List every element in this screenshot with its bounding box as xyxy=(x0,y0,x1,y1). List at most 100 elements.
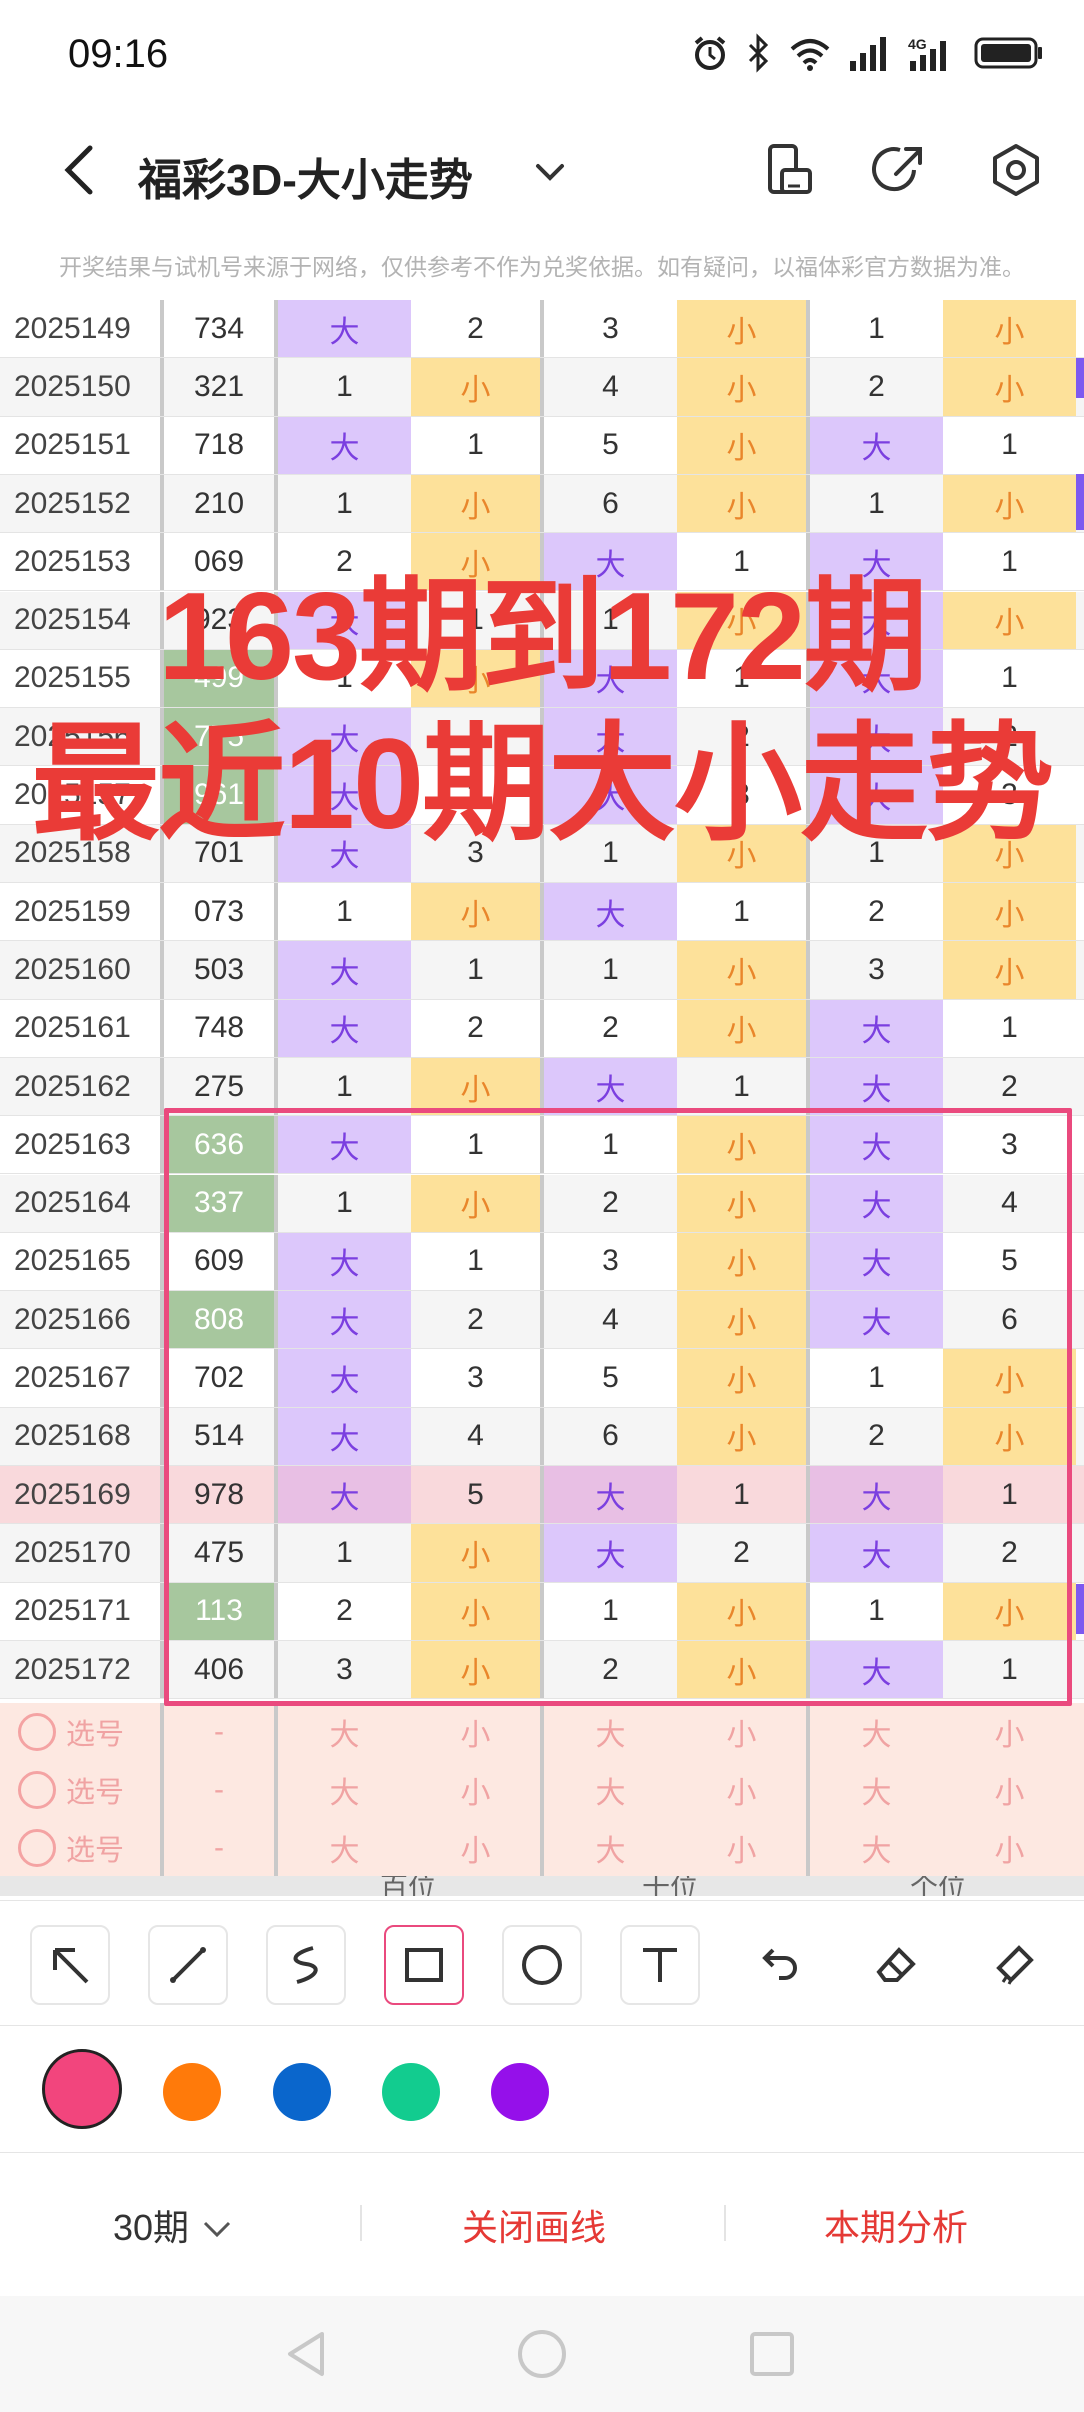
trend-cell: 2 xyxy=(411,300,544,358)
period-select-label: 30期 xyxy=(113,2207,190,2248)
rectangle-icon xyxy=(405,1948,443,1982)
pick-number-row[interactable]: 选号 - 大小大小大小 xyxy=(0,1703,1084,1762)
trend-cell: 1 xyxy=(602,952,619,986)
chevron-down-icon[interactable] xyxy=(530,152,570,192)
trend-cell: 1 xyxy=(677,883,810,941)
table-row: 2025161 748 大 2 2 小大 1 xyxy=(0,999,1084,1058)
nav-back-button[interactable] xyxy=(280,2326,336,2382)
trend-cell: 小 xyxy=(411,358,544,416)
wifi-icon xyxy=(788,33,832,78)
pick-small-toggle[interactable]: 小 xyxy=(411,1819,544,1878)
trend-cell: 大 xyxy=(278,999,411,1057)
draw-number-cell: 503 xyxy=(160,941,278,999)
scroll-marker xyxy=(1076,1584,1084,1634)
position-header-footer: 百位 十位 个位 xyxy=(0,1876,1084,1896)
issue-cell: 2025164 xyxy=(14,1186,131,1220)
trend-cell: 大 xyxy=(810,999,943,1057)
undo-tool-button[interactable] xyxy=(738,1925,818,2005)
circle-tool-button[interactable] xyxy=(502,1925,582,2005)
pick-dash: - xyxy=(160,1703,278,1762)
pick-label: 选号 xyxy=(66,1835,125,1868)
pick-radio[interactable]: 选号 xyxy=(0,1819,160,1877)
color-swatch-orange[interactable] xyxy=(163,2063,221,2121)
freehand-tool-button[interactable] xyxy=(266,1925,346,2005)
pick-number-row[interactable]: 选号 - 大小大小大小 xyxy=(0,1819,1084,1878)
system-nav-bar xyxy=(0,2296,1084,2412)
bottom-action-bar: 30期 关闭画线 本期分析 xyxy=(0,2155,1084,2291)
pick-big-toggle[interactable]: 大 xyxy=(544,1761,677,1819)
pick-radio[interactable]: 选号 xyxy=(0,1703,160,1761)
text-tool-button[interactable] xyxy=(620,1925,700,2005)
overlay-title-line2: 最近10期大小走势 xyxy=(31,713,1054,856)
line-icon xyxy=(170,1947,206,1983)
trend-cell: 小 xyxy=(411,883,544,941)
pick-big-toggle[interactable]: 大 xyxy=(544,1819,677,1877)
nav-home-button[interactable] xyxy=(514,2326,570,2382)
pick-dash: - xyxy=(160,1761,278,1820)
back-button[interactable] xyxy=(50,138,110,202)
draw-number-cell: 073 xyxy=(160,883,278,941)
trend-cell: 1 xyxy=(336,369,353,403)
trend-cell: 2 xyxy=(411,999,544,1057)
pick-big-toggle[interactable]: 大 xyxy=(810,1703,943,1761)
pick-big-toggle[interactable]: 大 xyxy=(544,1703,677,1761)
pick-big-toggle[interactable]: 大 xyxy=(810,1761,943,1819)
freehand-icon xyxy=(293,1946,318,1984)
pick-big-toggle[interactable]: 大 xyxy=(278,1761,411,1819)
table-row: 2025150 321 1 小 4 小 2 小 xyxy=(0,358,1084,417)
bluetooth-icon xyxy=(746,32,772,78)
pick-small-toggle[interactable]: 小 xyxy=(411,1761,544,1820)
pick-small-toggle[interactable]: 小 xyxy=(411,1703,544,1762)
status-icons: 4G xyxy=(690,30,1044,80)
issue-cell: 2025171 xyxy=(14,1594,131,1628)
color-swatch-blue[interactable] xyxy=(273,2063,331,2121)
pick-small-toggle[interactable]: 小 xyxy=(677,1761,810,1820)
pick-big-toggle[interactable]: 大 xyxy=(278,1819,411,1877)
eraser-tool-button[interactable] xyxy=(856,1925,936,2005)
arrow-tool-button[interactable] xyxy=(30,1925,110,2005)
square-recent-icon xyxy=(750,2332,794,2376)
pick-number-row[interactable]: 选号 - 大小大小大小 xyxy=(0,1761,1084,1820)
trend-cell: 4 xyxy=(602,369,619,403)
pick-big-toggle[interactable]: 大 xyxy=(278,1703,411,1761)
close-drawing-button[interactable]: 关闭画线 xyxy=(462,2199,606,2251)
color-swatch-green[interactable] xyxy=(382,2063,440,2121)
network-4g-icon: 4G xyxy=(906,33,958,78)
pick-big-toggle[interactable]: 大 xyxy=(810,1819,943,1877)
rectangle-tool-button[interactable] xyxy=(384,1925,464,2005)
trend-cell: 小 xyxy=(677,474,810,533)
pick-small-toggle[interactable]: 小 xyxy=(943,1819,1076,1877)
clear-tool-button[interactable] xyxy=(974,1925,1054,2005)
drawing-toolbar xyxy=(0,1900,1084,2026)
line-tool-button[interactable] xyxy=(148,1925,228,2005)
pick-small-toggle[interactable]: 小 xyxy=(943,1761,1076,1819)
trend-cell: 1 xyxy=(868,311,885,345)
draw-number-cell: 748 xyxy=(160,999,278,1057)
trend-cell: 小 xyxy=(411,1057,544,1116)
trend-cell: 6 xyxy=(602,486,619,520)
color-swatch-pink[interactable] xyxy=(42,2049,122,2129)
pick-small-toggle[interactable]: 小 xyxy=(943,1703,1076,1761)
radio-circle-icon xyxy=(18,1771,56,1810)
undo-icon xyxy=(762,1948,797,1980)
disclaimer-notice: 开奖结果与试机号来源于网络，仅供参考不作为兑奖依据。如有疑问，以福体彩官方数据为… xyxy=(59,254,1025,280)
rotate-screen-icon[interactable] xyxy=(760,140,820,200)
pick-small-toggle[interactable]: 小 xyxy=(677,1703,810,1762)
table-row: 2025149 734 大 2 3 小 1 小 xyxy=(0,300,1084,359)
trend-cell: 2 xyxy=(602,1011,619,1045)
pick-small-toggle[interactable]: 小 xyxy=(677,1819,810,1878)
current-analysis-button[interactable]: 本期分析 xyxy=(824,2199,968,2251)
period-select[interactable]: 30期 xyxy=(113,2199,235,2251)
drawn-rectangle-annotation[interactable] xyxy=(164,1108,1072,1706)
position-label-units: 个位 xyxy=(910,1876,967,1896)
settings-icon[interactable] xyxy=(986,140,1046,200)
trend-cell: 1 xyxy=(411,416,544,474)
trend-cell: 2 xyxy=(1001,1069,1018,1103)
page-title[interactable]: 福彩3D-大小走势 xyxy=(138,144,473,208)
color-swatch-purple[interactable] xyxy=(491,2063,549,2121)
trend-cell: 大 xyxy=(278,416,411,474)
pick-radio[interactable]: 选号 xyxy=(0,1761,160,1819)
share-icon[interactable] xyxy=(870,140,930,200)
trend-cell: 小 xyxy=(677,300,810,358)
nav-recent-button[interactable] xyxy=(744,2326,800,2382)
